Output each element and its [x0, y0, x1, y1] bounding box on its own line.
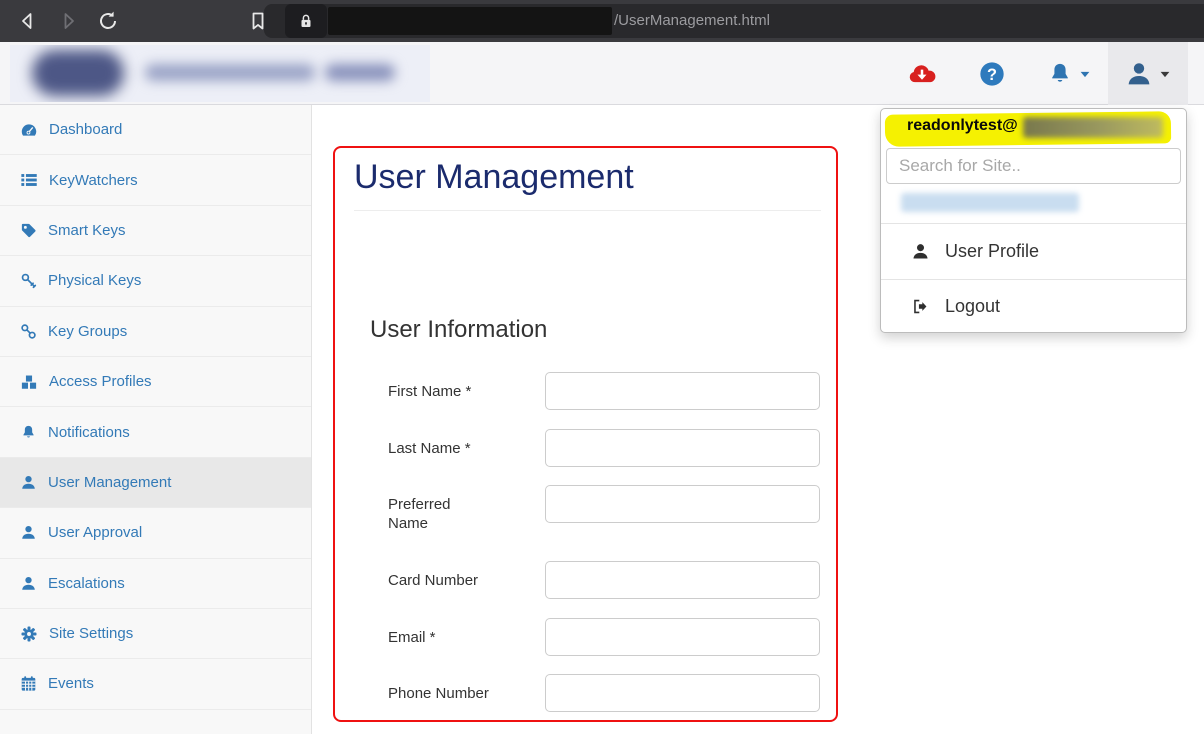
help-icon: ? [978, 60, 1006, 88]
phone-number-label: Phone Number [388, 684, 494, 703]
user-icon [20, 575, 37, 592]
sidebar-item-access-profiles[interactable]: Access Profiles [0, 357, 311, 407]
sidebar-item-dashboard[interactable]: Dashboard [0, 105, 311, 155]
site-search-input[interactable] [886, 148, 1181, 184]
sidebar-item-events[interactable]: Events [0, 659, 311, 709]
address-bar[interactable]: /UserManagement.html [264, 4, 1204, 38]
user-icon [1125, 60, 1153, 88]
email-field[interactable] [545, 618, 820, 656]
sidebar-item-user-management[interactable]: User Management [0, 458, 311, 508]
user-management-panel: User Management User Information First N… [333, 146, 838, 722]
app-logo [10, 45, 430, 102]
logo-blurred-text [145, 64, 315, 81]
url-text: /UserManagement.html [614, 4, 770, 38]
user-icon [20, 474, 37, 491]
sidebar-item-site-settings[interactable]: Site Settings [0, 609, 311, 659]
sidebar-item-label: KeyWatchers [49, 172, 138, 189]
bell-icon [20, 424, 37, 441]
first-name-field[interactable] [545, 372, 820, 410]
logo-blurred-text-2 [325, 64, 395, 81]
account-email-row: readonlytest@ [881, 109, 1186, 147]
chevron-down-icon [1158, 67, 1172, 81]
sidebar-item-label: Smart Keys [48, 222, 126, 239]
preferred-name-label: Preferred Name [388, 495, 494, 533]
chevron-down-icon [1078, 67, 1092, 81]
calendar-icon [20, 675, 37, 692]
email-label: Email * [388, 628, 494, 647]
account-email: readonlytest@ [907, 117, 1018, 135]
lock-icon [297, 12, 315, 30]
logout-icon [911, 297, 930, 316]
sidebar-item-user-approval[interactable]: User Approval [0, 508, 311, 558]
browser-bar: /UserManagement.html [0, 0, 1204, 42]
chain-icon [20, 323, 37, 340]
phone-number-field[interactable] [545, 674, 820, 712]
sidebar-item-keywatchers[interactable]: KeyWatchers [0, 155, 311, 205]
title-divider [354, 210, 821, 211]
download-button[interactable] [898, 42, 946, 105]
user-profile-label: User Profile [945, 241, 1039, 262]
site-search-row [881, 147, 1186, 187]
user-profile-icon [911, 242, 930, 261]
tag-icon [20, 222, 37, 239]
user-icon [20, 524, 37, 541]
lock-chip[interactable] [285, 4, 327, 38]
preferred-name-field[interactable] [545, 485, 820, 523]
card-number-label: Card Number [388, 571, 494, 590]
user-account-dropdown: readonlytest@ User Profile Logout [880, 108, 1187, 333]
redacted-site-name [901, 193, 1079, 212]
first-name-label: First Name * [388, 382, 494, 401]
forward-icon[interactable] [56, 9, 80, 33]
app-header: ? [0, 42, 1204, 105]
site-link-row[interactable] [881, 187, 1186, 223]
sidebar-item-label: Events [48, 675, 94, 692]
sidebar-item-label: User Management [48, 474, 171, 491]
bell-icon [1047, 61, 1073, 87]
sidebar-item-label: Physical Keys [48, 272, 141, 289]
dashboard-icon [20, 121, 38, 139]
sidebar-item-label: Access Profiles [49, 373, 152, 390]
sidebar-item-smart-keys[interactable]: Smart Keys [0, 206, 311, 256]
gear-icon [20, 625, 38, 643]
sidebar-item-label: Notifications [48, 424, 130, 441]
section-title: User Information [370, 316, 547, 344]
sidebar-item-physical-keys[interactable]: Physical Keys [0, 256, 311, 306]
sidebar-item-notifications[interactable]: Notifications [0, 407, 311, 457]
sidebar-item-label: Dashboard [49, 121, 122, 138]
user-profile-menu-item[interactable]: User Profile [881, 224, 1186, 279]
sidebar-item-escalations[interactable]: Escalations [0, 559, 311, 609]
sidebar-item-label: Key Groups [48, 323, 127, 340]
logo-blurred-mark [32, 50, 124, 96]
user-menu-button[interactable] [1108, 42, 1188, 105]
logout-menu-item[interactable]: Logout [881, 280, 1186, 332]
notifications-menu-button[interactable] [1038, 42, 1100, 105]
cubes-icon [20, 373, 38, 391]
key-icon [20, 272, 37, 289]
page-title: User Management [354, 158, 634, 197]
cloud-download-icon [907, 59, 937, 89]
sidebar-item-label: User Approval [48, 524, 142, 541]
logout-label: Logout [945, 296, 1000, 317]
redacted-email-domain [1023, 117, 1163, 138]
refresh-icon[interactable] [96, 9, 120, 33]
sidebar-item-key-groups[interactable]: Key Groups [0, 307, 311, 357]
redacted-url-host [328, 7, 612, 35]
sidebar: Dashboard KeyWatchers Smart Keys Physica… [0, 105, 312, 734]
sidebar-item-label: Escalations [48, 575, 125, 592]
last-name-field[interactable] [545, 429, 820, 467]
list-icon [20, 171, 38, 189]
last-name-label: Last Name * [388, 439, 494, 458]
sidebar-item-label: Site Settings [49, 625, 133, 642]
svg-text:?: ? [987, 65, 997, 83]
card-number-field[interactable] [545, 561, 820, 599]
back-icon[interactable] [16, 9, 40, 33]
help-button[interactable]: ? [968, 42, 1016, 105]
